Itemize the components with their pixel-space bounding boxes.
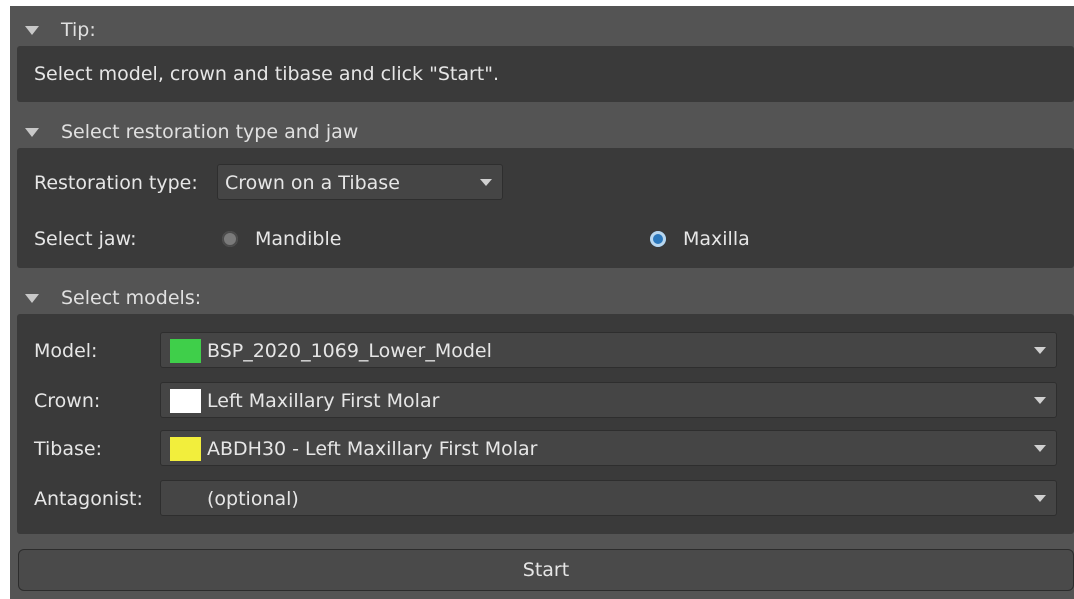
chevron-down-icon xyxy=(1034,445,1046,452)
maxilla-radio[interactable] xyxy=(650,231,666,247)
antagonist-dropdown[interactable]: (optional) xyxy=(160,480,1057,516)
chevron-down-icon xyxy=(1034,347,1046,354)
start-button-label: Start xyxy=(522,559,570,581)
restoration-section-body: Restoration type: Crown on a Tibase Sele… xyxy=(17,148,1074,268)
crown-label: Crown: xyxy=(34,390,101,412)
tibase-value: ABDH30 - Left Maxillary First Molar xyxy=(207,438,538,460)
model-color-swatch[interactable] xyxy=(170,339,201,363)
chevron-down-icon xyxy=(1034,495,1046,502)
maxilla-label: Maxilla xyxy=(683,228,750,250)
crown-dropdown[interactable]: Left Maxillary First Molar xyxy=(160,382,1057,418)
tip-text: Select model, crown and tibase and click… xyxy=(34,63,500,85)
collapse-triangle-icon xyxy=(25,127,39,137)
tibase-color-swatch[interactable] xyxy=(170,437,201,461)
chevron-down-icon xyxy=(480,179,492,186)
collapse-triangle-icon xyxy=(25,293,39,303)
mandible-radio[interactable] xyxy=(222,231,238,247)
tibase-dropdown[interactable]: ABDH30 - Left Maxillary First Molar xyxy=(160,430,1057,466)
antagonist-value: (optional) xyxy=(207,488,299,510)
collapse-triangle-icon xyxy=(25,25,39,35)
tip-section-body: Select model, crown and tibase and click… xyxy=(17,46,1074,102)
models-section-body: Model: BSP_2020_1069_Lower_Model Crown: … xyxy=(17,314,1074,534)
crown-color-swatch[interactable] xyxy=(170,389,201,413)
antagonist-label: Antagonist: xyxy=(34,488,143,510)
model-value: BSP_2020_1069_Lower_Model xyxy=(207,340,492,362)
restoration-type-label: Restoration type: xyxy=(34,172,198,194)
start-button[interactable]: Start xyxy=(18,549,1074,591)
model-label: Model: xyxy=(34,340,98,362)
models-section-header[interactable]: Select models: xyxy=(17,282,1074,314)
crown-value: Left Maxillary First Molar xyxy=(207,390,440,412)
tip-header-label: Tip: xyxy=(61,19,96,41)
models-header-label: Select models: xyxy=(61,287,202,309)
mandible-label: Mandible xyxy=(255,228,342,250)
restoration-section-header[interactable]: Select restoration type and jaw xyxy=(17,116,1074,148)
restoration-type-dropdown[interactable]: Crown on a Tibase xyxy=(217,164,503,200)
model-dropdown[interactable]: BSP_2020_1069_Lower_Model xyxy=(160,332,1057,368)
restoration-type-value: Crown on a Tibase xyxy=(225,172,400,194)
select-jaw-label: Select jaw: xyxy=(34,228,137,250)
restoration-header-label: Select restoration type and jaw xyxy=(61,121,359,143)
tibase-label: Tibase: xyxy=(34,438,102,460)
chevron-down-icon xyxy=(1034,397,1046,404)
tip-section-header[interactable]: Tip: xyxy=(17,14,1074,46)
